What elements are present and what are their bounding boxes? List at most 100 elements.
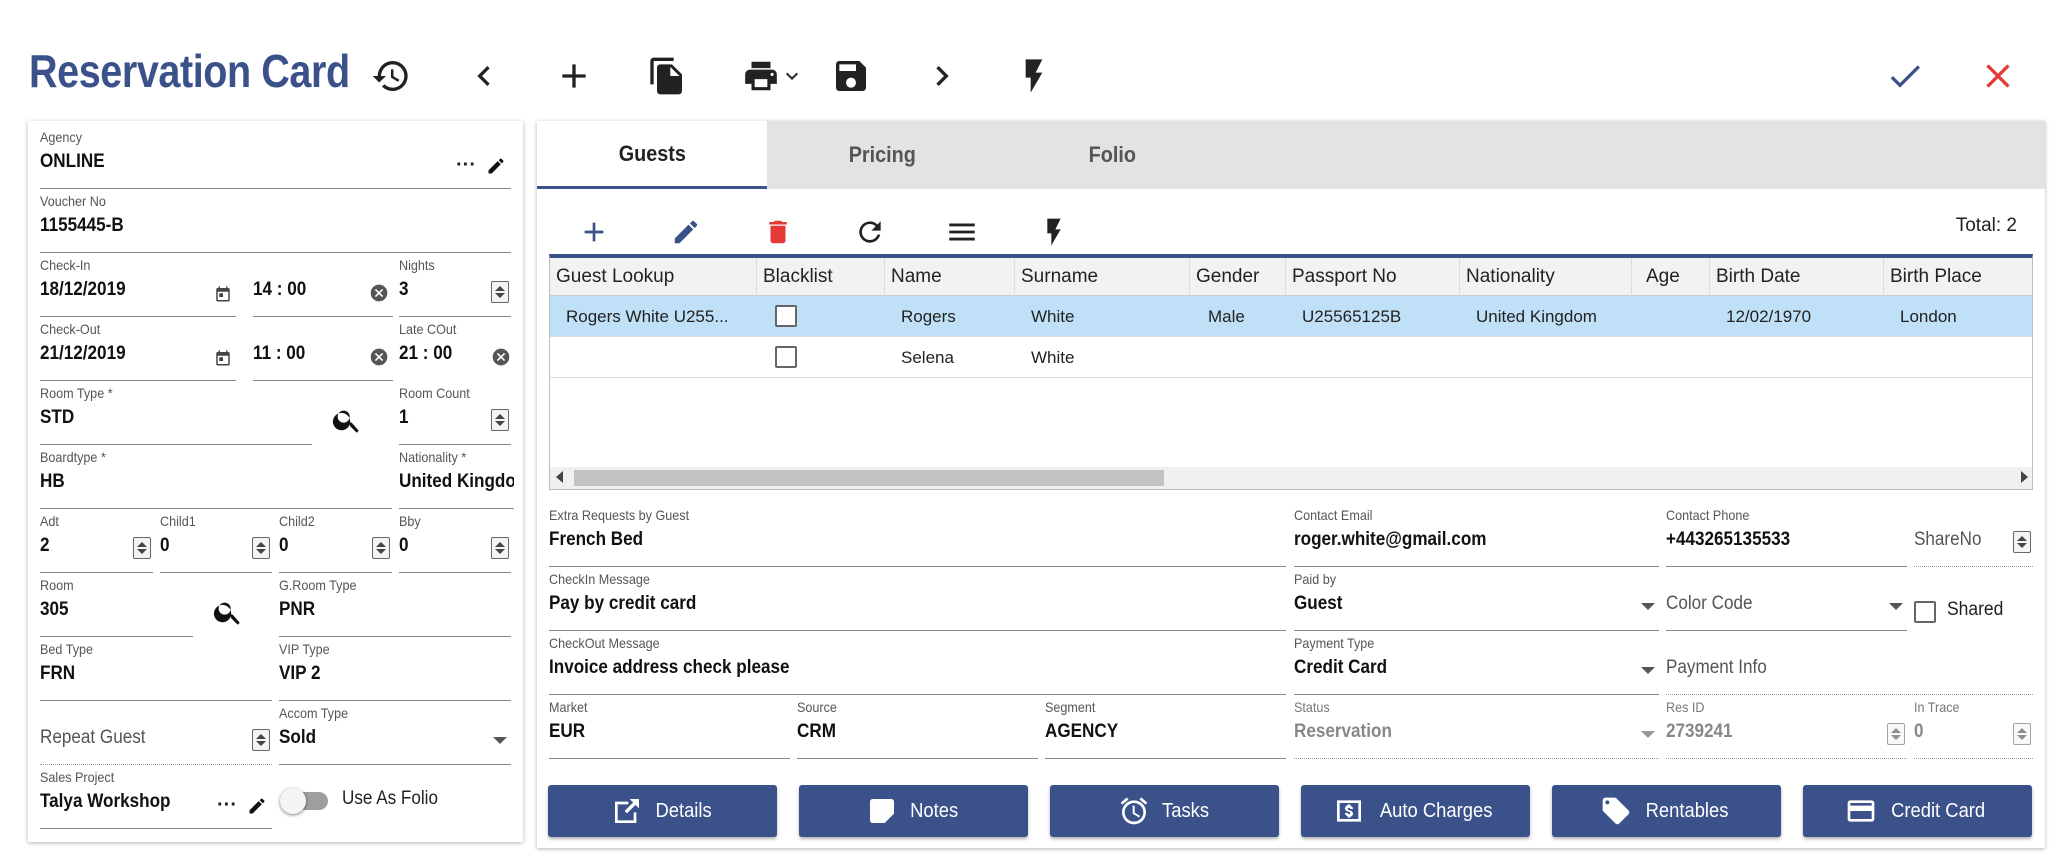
agency-field[interactable]: Agency ONLINE ···: [40, 129, 511, 189]
chevron-down-icon[interactable]: [1641, 731, 1655, 738]
checkin-time-field[interactable]: 14 : 00: [253, 257, 393, 317]
room-count-stepper[interactable]: [491, 409, 509, 431]
table-row[interactable]: Selena White: [550, 337, 2032, 378]
baby-stepper[interactable]: [491, 537, 509, 559]
checkout-date-field[interactable]: Check-Out 21/12/2019: [40, 321, 236, 381]
group-room-type-field[interactable]: G.Room Type PNR: [279, 577, 511, 637]
extra-requests-field[interactable]: Extra Requests by Guest French Bed: [549, 507, 1286, 567]
sales-project-field[interactable]: Sales Project Talya Workshop ···: [40, 769, 272, 829]
adult-field[interactable]: Adt 2: [40, 513, 153, 573]
plus-icon[interactable]: [571, 209, 617, 255]
checkout-time-field[interactable]: 11 : 00: [253, 321, 393, 381]
payment-type-select[interactable]: Payment Type Credit Card: [1294, 635, 1659, 695]
child1-stepper[interactable]: [252, 537, 270, 559]
copy-icon[interactable]: [643, 52, 691, 100]
nights-stepper[interactable]: [491, 281, 509, 303]
col-name[interactable]: Name: [885, 258, 1015, 296]
boardtype-field[interactable]: Boardtype * HB: [40, 449, 392, 509]
late-checkout-field[interactable]: Late COut 21 : 00: [399, 321, 511, 381]
chevron-down-icon[interactable]: [1889, 603, 1903, 610]
voucher-field[interactable]: Voucher No 1155445-B: [40, 193, 511, 253]
clear-icon[interactable]: [369, 283, 389, 303]
details-button[interactable]: Details: [548, 785, 777, 837]
paid-by-select[interactable]: Paid by Guest: [1294, 571, 1659, 631]
auto-charges-button[interactable]: Auto Charges: [1301, 785, 1530, 837]
checkout-message-field[interactable]: CheckOut Message Invoice address check p…: [549, 635, 1286, 695]
col-age[interactable]: Age: [1632, 258, 1710, 296]
close-icon[interactable]: [1974, 52, 2022, 100]
repeat-guest-stepper[interactable]: [252, 729, 270, 751]
save-icon[interactable]: [827, 52, 875, 100]
chevron-left-icon[interactable]: [460, 52, 508, 100]
market-field[interactable]: Market EUR: [549, 699, 790, 759]
calendar-icon[interactable]: [214, 349, 232, 367]
col-passport-no[interactable]: Passport No: [1286, 258, 1460, 296]
share-no-field[interactable]: ShareNo: [1914, 507, 2033, 567]
use-as-folio-toggle[interactable]: [280, 788, 328, 814]
clear-icon[interactable]: [491, 347, 511, 367]
baby-field[interactable]: Bby 0: [399, 513, 511, 573]
room-type-field[interactable]: Room Type * STD: [40, 385, 312, 445]
repeat-guest-field[interactable]: Repeat Guest: [40, 705, 272, 765]
child2-stepper[interactable]: [372, 537, 390, 559]
chevron-down-icon[interactable]: [1641, 603, 1655, 610]
col-guest-lookup[interactable]: Guest Lookup: [550, 258, 757, 296]
room-count-field[interactable]: Room Count 1: [399, 385, 511, 445]
blacklist-checkbox[interactable]: [775, 346, 797, 368]
refresh-icon[interactable]: [847, 209, 893, 255]
tab-guests[interactable]: Guests: [537, 121, 767, 189]
vip-type-field[interactable]: VIP Type VIP 2: [279, 641, 511, 701]
print-icon[interactable]: [738, 52, 808, 100]
room-field[interactable]: Room 305: [40, 577, 193, 637]
adult-stepper[interactable]: [133, 537, 151, 559]
horizontal-scrollbar[interactable]: [550, 467, 2032, 489]
col-birth-date[interactable]: Birth Date: [1710, 258, 1884, 296]
source-field[interactable]: Source CRM: [797, 699, 1038, 759]
tasks-button[interactable]: Tasks: [1050, 785, 1279, 837]
blacklist-checkbox[interactable]: [775, 305, 797, 327]
calendar-icon[interactable]: [214, 285, 232, 303]
contact-email-field[interactable]: Contact Email roger.white@gmail.com: [1294, 507, 1659, 567]
trash-icon[interactable]: [755, 209, 801, 255]
edit-icon[interactable]: [663, 209, 709, 255]
col-surname[interactable]: Surname: [1015, 258, 1190, 296]
search-icon[interactable]: [330, 403, 364, 437]
share-no-stepper[interactable]: [2013, 531, 2031, 553]
notes-button[interactable]: Notes: [799, 785, 1028, 837]
edit-icon[interactable]: [485, 155, 507, 177]
bed-type-field[interactable]: Bed Type FRN: [40, 641, 272, 701]
plus-icon[interactable]: [550, 52, 598, 100]
scroll-right-icon[interactable]: [2021, 471, 2028, 483]
bolt-icon[interactable]: [1010, 52, 1058, 100]
contact-phone-field[interactable]: Contact Phone +443265135533: [1666, 507, 1907, 567]
menu-icon[interactable]: [939, 209, 985, 255]
history-icon[interactable]: [367, 52, 415, 100]
color-code-select[interactable]: Color Code: [1666, 571, 1907, 631]
payment-info-field[interactable]: Payment Info: [1666, 635, 2033, 695]
check-icon[interactable]: [1881, 52, 1929, 100]
col-nationality[interactable]: Nationality: [1460, 258, 1632, 296]
col-birth-place[interactable]: Birth Place: [1884, 258, 2032, 296]
col-blacklist[interactable]: Blacklist: [757, 258, 885, 296]
child2-field[interactable]: Child2 0: [279, 513, 392, 573]
status-select[interactable]: Status Reservation: [1294, 699, 1659, 759]
checkin-message-field[interactable]: CheckIn Message Pay by credit card: [549, 571, 1286, 631]
chevron-down-icon[interactable]: [493, 737, 507, 744]
chevron-right-icon[interactable]: [918, 52, 966, 100]
accom-type-select[interactable]: Accom Type Sold: [279, 705, 511, 765]
col-gender[interactable]: Gender: [1190, 258, 1286, 296]
credit-card-button[interactable]: Credit Card: [1803, 785, 2032, 837]
search-icon[interactable]: [211, 595, 245, 629]
tab-folio[interactable]: Folio: [997, 121, 1227, 189]
nationality-field[interactable]: Nationality * United Kingdom: [399, 449, 514, 509]
checkin-date-field[interactable]: Check-In 18/12/2019: [40, 257, 236, 317]
nights-field[interactable]: Nights 3: [399, 257, 511, 317]
segment-field[interactable]: Segment AGENCY: [1045, 699, 1286, 759]
rentables-button[interactable]: Rentables: [1552, 785, 1781, 837]
edit-icon[interactable]: [246, 795, 268, 817]
tab-pricing[interactable]: Pricing: [767, 121, 997, 189]
clear-icon[interactable]: [369, 347, 389, 367]
bolt-icon[interactable]: [1031, 209, 1077, 255]
chevron-down-icon[interactable]: [1641, 667, 1655, 674]
table-row[interactable]: Rogers White U255... Rogers White Male U…: [550, 296, 2032, 337]
